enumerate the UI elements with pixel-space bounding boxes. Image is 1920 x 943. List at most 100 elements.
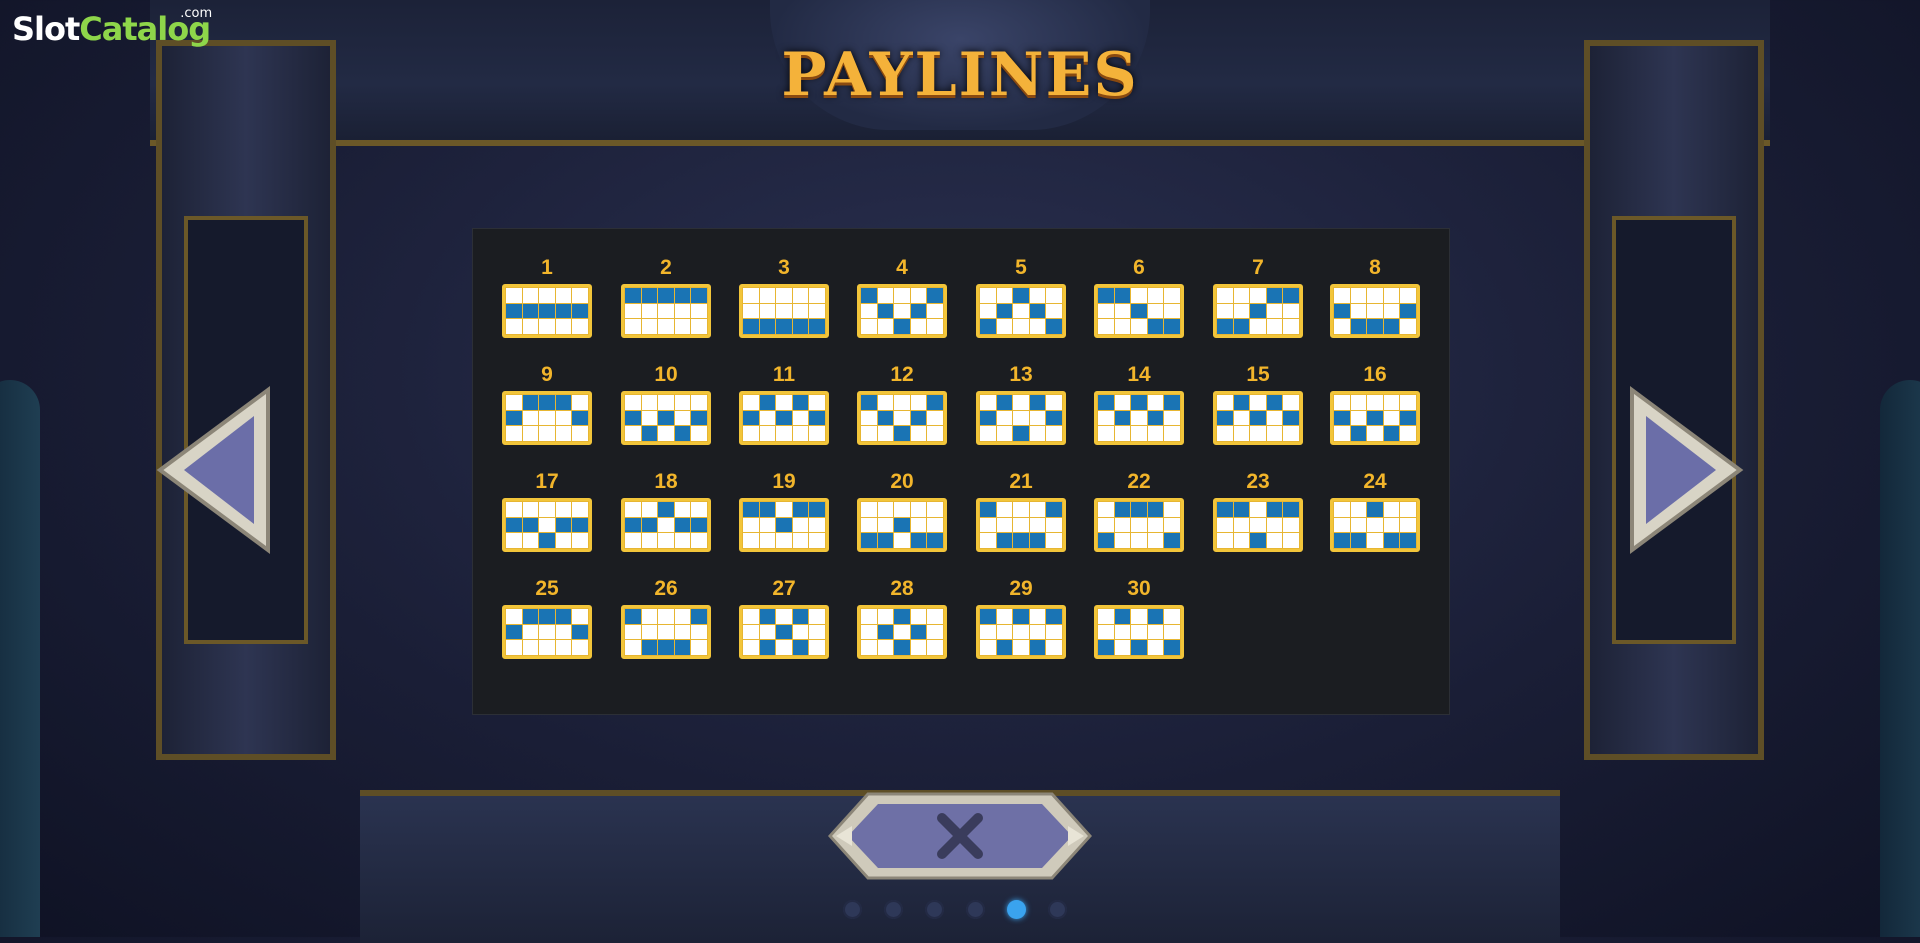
- payline-cell: [893, 623, 911, 641]
- payline-number: 9: [541, 363, 553, 386]
- payline-cell-active: [1113, 501, 1132, 518]
- pagination-dot[interactable]: [966, 899, 985, 919]
- payline-cell: [571, 639, 589, 656]
- payline-card: 1: [499, 256, 595, 338]
- payline-cell: [926, 302, 944, 320]
- payline-number: 22: [1127, 470, 1151, 493]
- payline-cell-active: [1045, 318, 1063, 335]
- payline-cell-active: [1146, 318, 1165, 335]
- payline-cell: [657, 425, 675, 442]
- payline-cell: [758, 425, 777, 442]
- payline-cell: [1249, 287, 1267, 304]
- payline-cell-active: [521, 516, 540, 534]
- payline-pattern: [857, 498, 947, 552]
- payline-card: 18: [618, 470, 714, 552]
- payline-cell: [926, 516, 944, 534]
- payline-cell: [1146, 302, 1165, 320]
- payline-cell: [1146, 623, 1165, 641]
- payline-number: 8: [1369, 256, 1381, 279]
- payline-cell: [1028, 409, 1047, 427]
- payline-cell: [1399, 394, 1417, 411]
- payline-cell: [860, 501, 878, 518]
- payline-card: 4: [854, 256, 950, 338]
- payline-cell: [876, 516, 895, 534]
- payline-cell-active: [860, 287, 878, 304]
- payline-cell-active: [538, 608, 556, 625]
- payline-cell-active: [571, 516, 589, 534]
- payline-cell: [1130, 425, 1148, 442]
- payline-cell-active: [995, 394, 1014, 411]
- pagination-dot[interactable]: [1048, 899, 1067, 919]
- payline-cell: [521, 318, 540, 335]
- payline-cell: [1097, 302, 1115, 320]
- payline-cell: [1146, 532, 1165, 549]
- payline-number: 7: [1252, 256, 1264, 279]
- payline-cell: [775, 302, 793, 320]
- payline-cell: [1113, 516, 1132, 534]
- payline-cell-active: [1163, 532, 1181, 549]
- payline-cell: [860, 425, 878, 442]
- payline-cell: [742, 623, 760, 641]
- payline-card: 2: [618, 256, 714, 338]
- next-page-button[interactable]: [1620, 382, 1750, 558]
- payline-card: 16: [1327, 363, 1423, 445]
- payline-cell-active: [1333, 302, 1351, 320]
- payline-cell: [571, 608, 589, 625]
- payline-cell: [571, 501, 589, 518]
- payline-cell: [1399, 501, 1417, 518]
- payline-cell: [1163, 608, 1181, 625]
- payline-cell-active: [657, 409, 675, 427]
- payline-cell: [775, 608, 793, 625]
- payline-cell: [1097, 623, 1115, 641]
- payline-pattern: [502, 391, 592, 445]
- payline-cell: [909, 318, 928, 335]
- payline-pattern: [976, 284, 1066, 338]
- payline-cell: [1382, 409, 1401, 427]
- payline-cell: [1399, 318, 1417, 335]
- pagination-dot[interactable]: [884, 899, 903, 919]
- close-button[interactable]: [828, 790, 1092, 882]
- payline-cell: [995, 409, 1014, 427]
- payline-number: 11: [772, 363, 796, 386]
- payline-cell: [1349, 302, 1368, 320]
- payline-cell: [1130, 287, 1148, 304]
- payline-cell-active: [538, 302, 556, 320]
- pagination-dot[interactable]: [1007, 899, 1026, 919]
- payline-card: 30: [1091, 577, 1187, 659]
- pagination-dot[interactable]: [843, 899, 862, 919]
- payline-cell-active: [909, 302, 928, 320]
- payline-cell: [742, 608, 760, 625]
- payline-card: 26: [618, 577, 714, 659]
- payline-cell: [538, 501, 556, 518]
- payline-cell-active: [979, 409, 997, 427]
- payline-cell-active: [1366, 318, 1384, 335]
- payline-cell: [1012, 394, 1030, 411]
- payline-cell: [1146, 425, 1165, 442]
- payline-cell-active: [742, 318, 760, 335]
- payline-cell-active: [673, 287, 692, 304]
- payline-cell-active: [1216, 409, 1234, 427]
- payline-cell: [791, 532, 810, 549]
- payline-number: 3: [778, 256, 790, 279]
- payline-cell-active: [1146, 501, 1165, 518]
- payline-pattern: [621, 284, 711, 338]
- payline-cell: [554, 425, 573, 442]
- payline-number: 26: [654, 577, 678, 600]
- payline-cell-active: [1028, 532, 1047, 549]
- payline-cell-active: [758, 608, 777, 625]
- payline-cell-active: [893, 516, 911, 534]
- payline-pattern: [502, 284, 592, 338]
- payline-cell: [775, 501, 793, 518]
- payline-cell: [624, 425, 642, 442]
- payline-cell-active: [893, 608, 911, 625]
- payline-cell-active: [995, 532, 1014, 549]
- payline-cell: [742, 302, 760, 320]
- payline-cell: [1113, 639, 1132, 656]
- payline-cell-active: [1097, 394, 1115, 411]
- prev-page-button[interactable]: [150, 382, 280, 558]
- payline-cell: [909, 287, 928, 304]
- payline-cell: [657, 394, 675, 411]
- pagination-dot[interactable]: [925, 899, 944, 919]
- payline-cell: [909, 516, 928, 534]
- payline-number: 23: [1246, 470, 1270, 493]
